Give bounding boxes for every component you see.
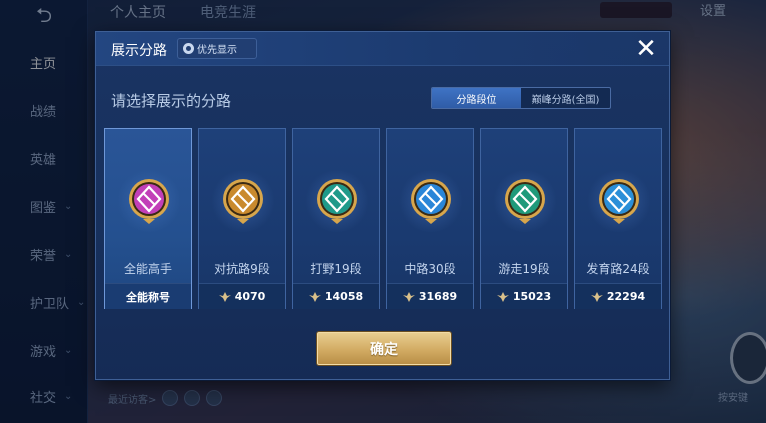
rank-score-icon [218,291,231,302]
emblem-glow [117,169,181,233]
jungle-emblem-icon [317,179,357,224]
lane-card-name: 打野19段 [310,262,362,276]
rank-score-icon [402,291,415,302]
priority-display-button[interactable]: 优先显示 [177,38,257,59]
emblem-glow [399,169,463,233]
tab-peak-lane-national[interactable]: 巅峰分路(全国) [521,88,610,108]
lane-card-name: 中路30段 [404,262,456,276]
lane-card-name: 游走19段 [498,262,550,276]
dialog-subtitle: 请选择展示的分路 [111,92,232,110]
lane-card[interactable]: 中路30段 31689 [386,128,474,309]
lane-card-score: 14058 [324,290,364,303]
lane-card-footer: 14058 [293,283,379,309]
lane-card[interactable]: 发育路24段 22294 [574,128,662,309]
lane-card[interactable]: 打野19段 14058 [292,128,380,309]
lane-card-score: 4070 [234,290,266,303]
emblem-glow [211,169,275,233]
lane-card-footer: 31689 [387,283,473,309]
lane-card-list: 全能高手 全能称号 对抗路9段 4070 打野19段 14058 中路30段 31689 游走1… [104,128,664,309]
lane-card-footer: 全能称号 [105,283,191,309]
lane-card[interactable]: 对抗路9段 4070 [198,128,286,309]
rank-score-icon [590,291,603,302]
lane-card-footer: 22294 [575,283,661,309]
lane-card-score: 22294 [606,290,646,303]
lane-card-footer: 15023 [481,283,567,309]
dialog-title: 展示分路 [111,43,167,59]
roam-emblem-icon [505,179,545,224]
emblem-glow [493,169,557,233]
lane-card-footer: 4070 [199,283,285,309]
lane-type-toggle: 分路段位 巅峰分路(全国) [431,87,611,109]
lane-card[interactable]: 全能高手 全能称号 [104,128,192,309]
farm-lane-emblem-icon [599,179,639,224]
lane-card-name: 对抗路9段 [214,262,270,276]
lane-display-dialog: 展示分路 优先显示 ✕ 请选择展示的分路 分路段位 巅峰分路(全国) 全能高手全… [95,31,670,380]
tab-lane-rank[interactable]: 分路段位 [432,88,521,108]
close-button[interactable]: ✕ [632,35,660,63]
lane-card-score: 15023 [512,290,552,303]
lane-card-score: 全能称号 [126,290,170,304]
emblem-glow [305,169,369,233]
emblem-glow [587,169,651,233]
lane-card-name: 发育路24段 [586,262,650,276]
rank-score-icon [308,291,321,302]
clash-lane-emblem-icon [223,179,263,224]
lane-card[interactable]: 游走19段 15023 [480,128,568,309]
confirm-button[interactable]: 确定 [317,332,451,365]
all-round-emblem-icon [129,179,169,224]
rank-score-icon [496,291,509,302]
mid-lane-emblem-icon [411,179,451,224]
lane-card-name: 全能高手 [123,262,172,276]
priority-display-label: 优先显示 [197,45,237,56]
lane-card-score: 31689 [418,290,458,303]
gear-icon [183,43,194,54]
